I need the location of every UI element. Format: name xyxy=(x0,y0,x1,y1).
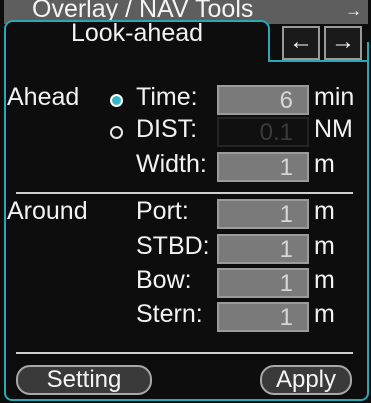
stern-label: Stern: xyxy=(136,300,203,328)
stbd-label: STBD: xyxy=(136,232,210,260)
bow-label: Bow: xyxy=(136,266,192,294)
dist-label: DIST: xyxy=(136,115,198,143)
setting-button[interactable]: Setting xyxy=(16,365,152,395)
dist-unit: NM xyxy=(314,115,353,143)
width-unit: m xyxy=(314,150,335,178)
bow-field[interactable]: 1 xyxy=(217,268,309,298)
time-radio[interactable] xyxy=(110,94,123,107)
port-label: Port: xyxy=(136,197,189,225)
prev-tab-button[interactable]: ← xyxy=(282,26,320,60)
ahead-section-label: Ahead xyxy=(7,83,80,111)
width-field[interactable]: 1 xyxy=(217,152,309,182)
dist-field: 0.1 xyxy=(217,117,309,147)
time-label: Time: xyxy=(136,83,198,111)
footer-divider xyxy=(16,352,353,354)
around-section-label: Around xyxy=(7,197,88,225)
port-field[interactable]: 1 xyxy=(217,199,309,229)
time-field[interactable]: 6 xyxy=(217,85,309,115)
stbd-unit: m xyxy=(314,232,335,260)
dist-radio[interactable] xyxy=(110,126,123,139)
arrow-right-icon: → xyxy=(331,28,355,55)
tab-look-ahead-label: Look-ahead xyxy=(70,19,204,47)
port-unit: m xyxy=(314,197,335,225)
section-divider xyxy=(16,192,353,194)
tab-look-ahead[interactable]: Look-ahead xyxy=(4,19,270,62)
arrow-left-icon: ← xyxy=(289,28,313,55)
stern-field[interactable]: 1 xyxy=(217,302,309,332)
frame-top-border xyxy=(266,60,367,62)
next-tab-button[interactable]: → xyxy=(324,26,362,60)
stbd-field[interactable]: 1 xyxy=(217,234,309,264)
pin-arrow-icon[interactable]: → xyxy=(345,1,362,21)
overlay-nav-tools-panel: Overlay / NAV Tools → Look-ahead ← → Ahe… xyxy=(0,0,371,403)
apply-button[interactable]: Apply xyxy=(260,365,352,395)
width-label: Width: xyxy=(136,150,207,178)
time-unit: min xyxy=(314,83,355,111)
stern-unit: m xyxy=(314,300,335,328)
bow-unit: m xyxy=(314,266,335,294)
